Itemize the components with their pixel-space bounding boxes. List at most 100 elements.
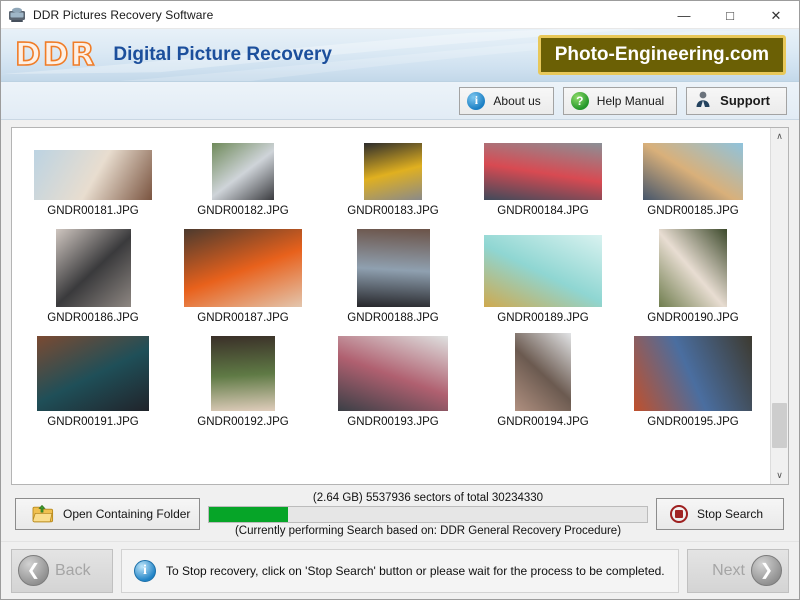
progress-procedure-text: (Currently performing Search based on: D… [235,525,621,537]
about-us-button[interactable]: i About us [459,87,553,115]
stop-search-button[interactable]: Stop Search [656,498,784,530]
thumbnail-row: GNDR00181.JPGGNDR00182.JPG GNDR00183.JPG G… [18,134,768,220]
close-button[interactable]: ✕ [753,1,799,29]
thumbnail-image[interactable] [56,229,131,307]
status-area: Open Containing Folder (2.64 GB) 5537936… [11,485,789,541]
hint-text: To Stop recovery, click on 'Stop Search'… [166,564,665,578]
help-manual-button[interactable]: ? Help Manual [563,87,677,115]
grid-vertical-scrollbar[interactable]: ∧ ∨ [770,128,788,484]
window-controls: — □ ✕ [661,1,799,29]
thumbnail-filename: GNDR00186.JPG [47,312,138,324]
hint-bar: i To Stop recovery, click on 'Stop Searc… [121,549,679,593]
thumbnail-image[interactable] [643,143,743,200]
thumbnail-bitmap [211,336,275,411]
thumbnail-image[interactable] [212,143,274,200]
next-label: Next [712,562,745,580]
maximize-button[interactable]: □ [707,1,753,29]
thumbnail-item[interactable]: GNDR00187.JPG [168,220,318,327]
thumbnail-bitmap [212,143,274,200]
stop-search-label: Stop Search [697,507,763,521]
thumbnail-item[interactable]: GNDR00189.JPG [468,220,618,327]
app-icon [8,6,26,24]
thumbnail-bitmap [364,143,422,200]
next-button[interactable]: Next ❯ [687,549,789,593]
thumbnail-grid-panel: GNDR00181.JPGGNDR00182.JPG GNDR00183.JPG G… [11,127,789,485]
thumbnail-filename: GNDR00185.JPG [647,205,738,217]
brand-label: Photo-Engineering.com [555,44,769,66]
search-progress-bar [208,506,648,523]
thumbnail-item[interactable]: GNDR00185.JPG [618,134,768,220]
progress-sectors-text: (2.64 GB) 5537936 sectors of total 30234… [313,492,543,504]
progress-block: (2.64 GB) 5537936 sectors of total 30234… [200,492,656,537]
support-button[interactable]: Support [686,87,787,115]
title-bar: DDR Pictures Recovery Software — □ ✕ [1,1,799,29]
thumbnail-bitmap [184,229,302,307]
minimize-button[interactable]: — [661,1,707,29]
thumbnail-item[interactable]: GNDR00181.JPG [18,134,168,220]
thumbnail-bitmap [643,143,743,200]
scroll-down-arrow-icon[interactable]: ∨ [771,467,788,484]
brand-badge: Photo-Engineering.com [538,35,786,75]
thumbnail-filename: GNDR00183.JPG [347,205,438,217]
thumbnail-filename: GNDR00187.JPG [197,312,288,324]
thumbnail-image[interactable] [484,235,602,307]
ddr-logo: DDR [15,40,96,71]
support-person-icon [694,90,712,111]
thumbnail-image[interactable] [515,333,571,411]
thumbnail-item[interactable]: GNDR00192.JPG [168,327,318,431]
app-header: DDR Digital Picture Recovery Photo-Engin… [1,29,799,82]
thumbnail-item[interactable]: GNDR00194.JPG [468,327,618,431]
thumbnail-filename: GNDR00193.JPG [347,416,438,428]
window-title: DDR Pictures Recovery Software [33,8,213,22]
thumbnail-bitmap [634,336,752,411]
stop-square-icon [670,505,688,523]
thumbnail-bitmap [34,150,152,200]
thumbnail-filename: GNDR00184.JPG [497,205,588,217]
thumbnail-image[interactable] [659,229,727,307]
thumbnail-filename: GNDR00189.JPG [497,312,588,324]
thumbnail-item[interactable]: GNDR00186.JPG [18,220,168,327]
thumbnail-image[interactable] [634,336,752,411]
back-button[interactable]: ❮ Back [11,549,113,593]
thumbnail-item[interactable]: GNDR00184.JPG [468,134,618,220]
thumbnail-image[interactable] [37,336,149,411]
scrollbar-thumb[interactable] [772,403,787,448]
thumbnail-image[interactable] [34,150,152,200]
thumbnail-image[interactable] [357,229,430,307]
thumbnail-item[interactable]: GNDR00188.JPG [318,220,468,327]
thumbnail-image[interactable] [338,336,448,411]
thumbnail-image[interactable] [364,143,422,200]
thumbnail-bitmap [56,229,131,307]
thumbnail-bitmap [484,235,602,307]
thumbnail-filename: GNDR00192.JPG [197,416,288,428]
thumbnail-filename: GNDR00188.JPG [347,312,438,324]
open-containing-folder-button[interactable]: Open Containing Folder [15,498,200,530]
thumbnail-bitmap [338,336,448,411]
chevron-right-icon: ❯ [751,555,782,586]
thumbnail-bitmap [484,143,602,200]
thumbnail-image[interactable] [484,143,602,200]
thumbnail-filename: GNDR00191.JPG [47,416,138,428]
thumbnail-image[interactable] [211,336,275,411]
about-us-label: About us [493,94,540,108]
thumbnail-item[interactable]: GNDR00190.JPG [618,220,768,327]
scroll-up-arrow-icon[interactable]: ∧ [771,128,788,145]
thumbnail-item[interactable]: GNDR00193.JPG [318,327,468,431]
thumbnail-bitmap [515,333,571,411]
scrollbar-track[interactable] [771,145,788,467]
back-label: Back [55,562,91,580]
info-icon: i [134,560,156,582]
thumbnail-filename: GNDR00194.JPG [497,416,588,428]
thumbnail-bitmap [659,229,727,307]
help-manual-label: Help Manual [597,94,664,108]
support-label: Support [720,93,770,108]
info-icon: i [467,92,485,110]
thumbnail-item[interactable]: GNDR00182.JPG [168,134,318,220]
main-content: GNDR00181.JPGGNDR00182.JPG GNDR00183.JPG G… [1,120,799,541]
thumbnail-item[interactable]: GNDR00183.JPG [318,134,468,220]
thumbnail-item[interactable]: GNDR00195.JPG [618,327,768,431]
thumbnail-row: GNDR00191.JPG GNDR00192.JPG GNDR00193.JPG G… [18,327,768,431]
thumbnail-item[interactable]: GNDR00191.JPG [18,327,168,431]
thumbnail-image[interactable] [184,229,302,307]
folder-upload-icon [32,505,54,523]
